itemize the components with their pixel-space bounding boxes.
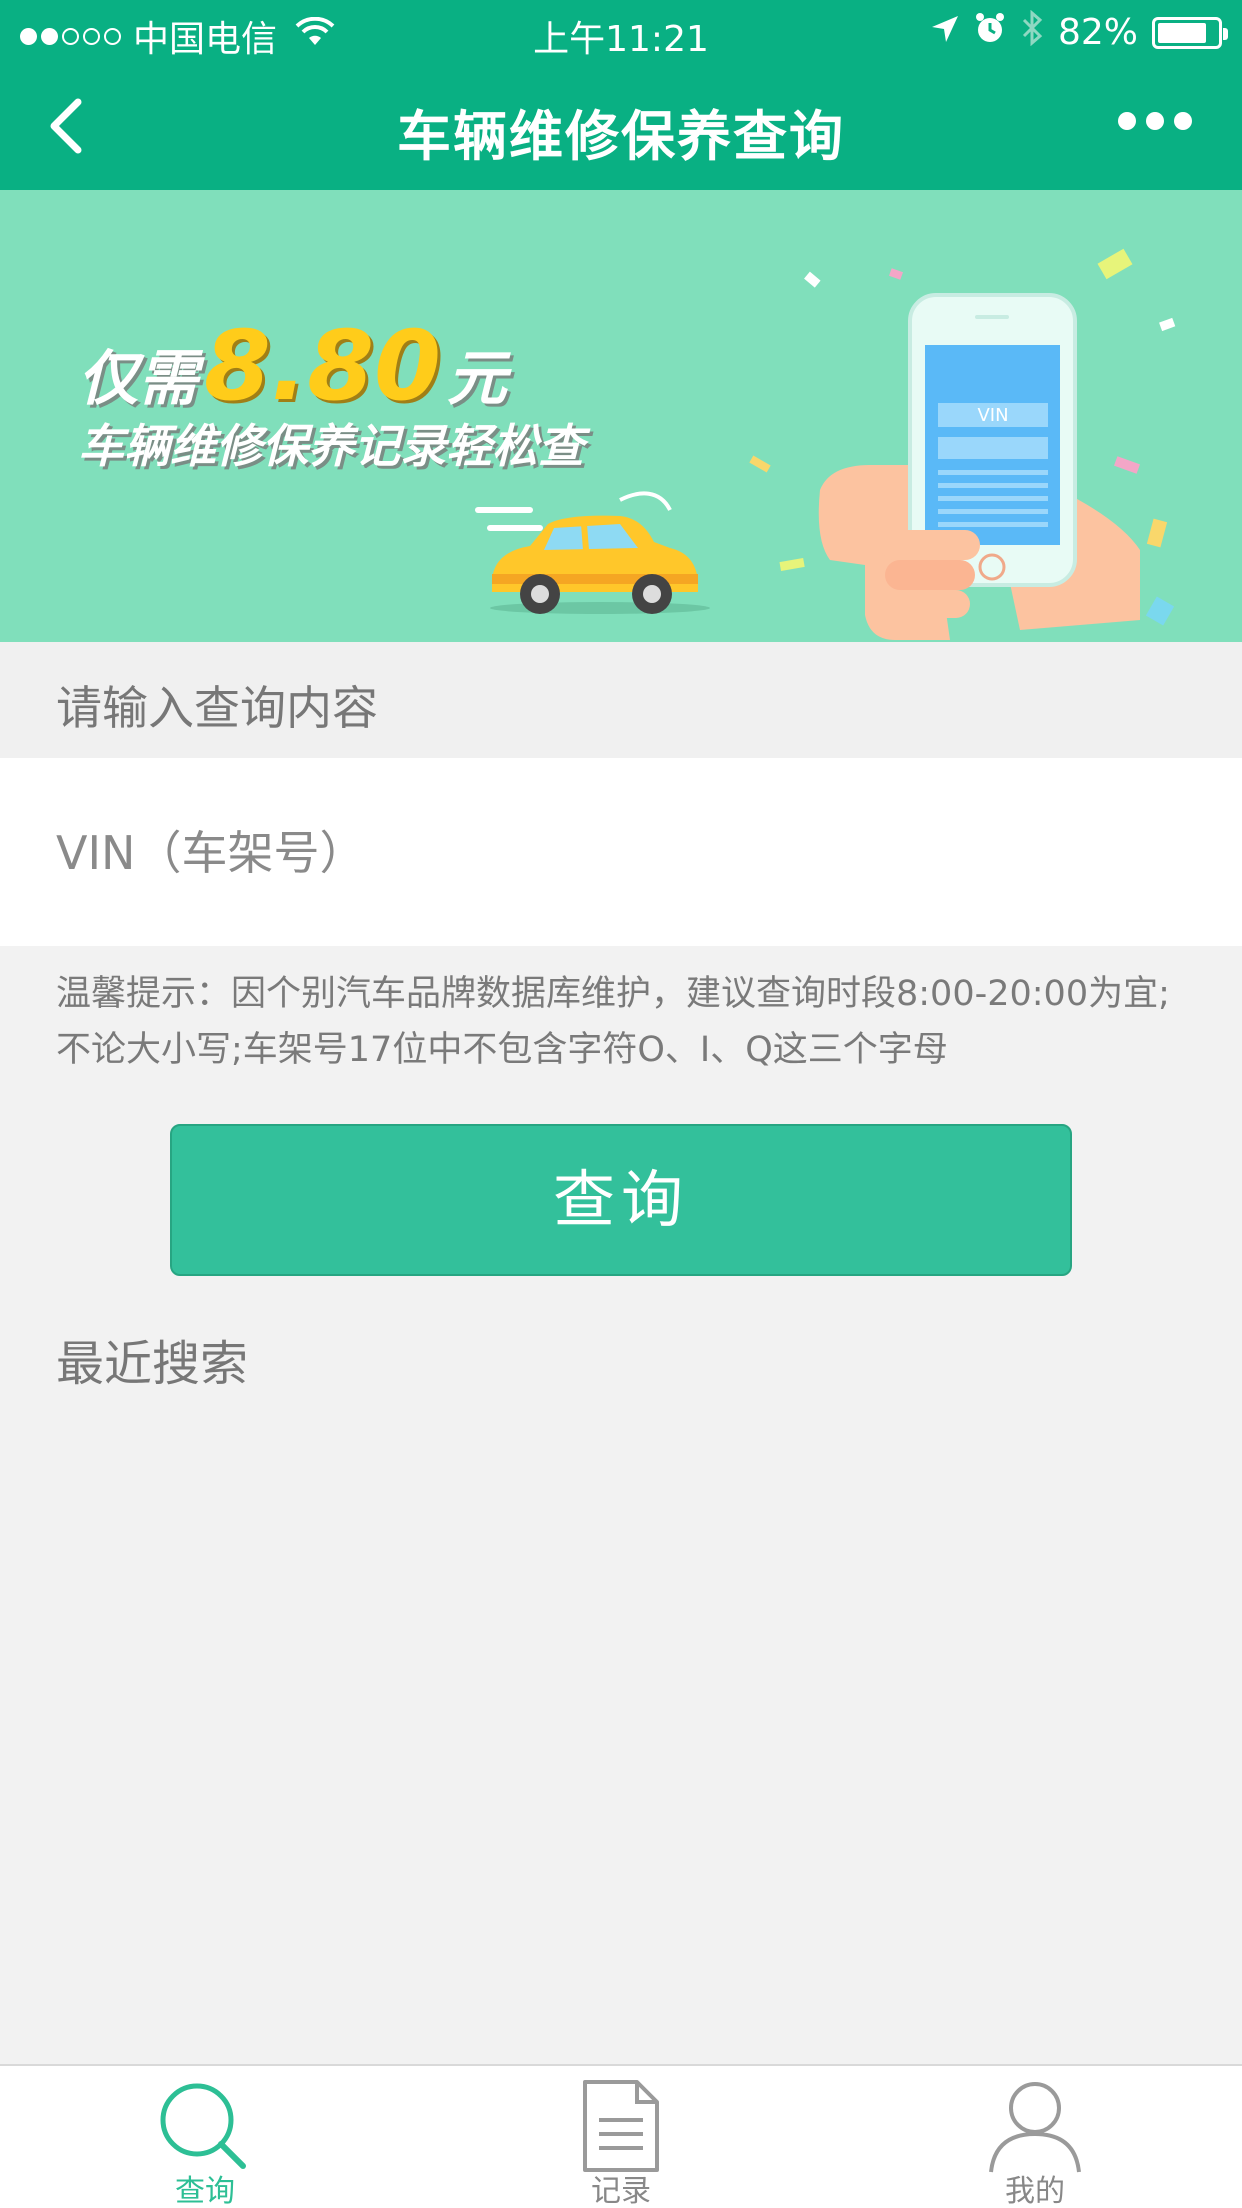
nav-bar: 车辆维修保养查询 (0, 62, 1242, 190)
bluetooth-icon (1020, 9, 1044, 55)
tab-mine[interactable]: 我的 (935, 2066, 1135, 2208)
user-icon (987, 2078, 1083, 2178)
tab-records-label: 记录 (591, 2174, 651, 2208)
location-arrow-icon (930, 12, 960, 53)
tab-records[interactable]: 记录 (521, 2066, 721, 2208)
hint-text: 温馨提示：因个别汽车品牌数据库维护，建议查询时段8:00-20:00为宜;不论大… (56, 974, 1170, 1070)
alarm-clock-icon (974, 12, 1006, 53)
query-button[interactable]: 查询 (170, 1124, 1072, 1276)
tab-query[interactable]: 查询 (105, 2066, 305, 2208)
battery-percent: 82% (1057, 12, 1138, 53)
tab-bar: 查询 记录 我的 (0, 2064, 1242, 2208)
battery-icon (1152, 16, 1228, 49)
phone-illustration: VIN (749, 248, 1176, 640)
status-bar: 中国电信 上午11:21 82% (0, 0, 1242, 62)
more-dots-icon[interactable] (1118, 112, 1192, 130)
page-title: 车辆维修保养查询 (397, 105, 845, 168)
car-illustration (475, 491, 710, 614)
document-icon (581, 2078, 661, 2178)
vin-input[interactable] (56, 798, 1186, 908)
tab-mine-label: 我的 (1005, 2174, 1065, 2208)
banner-price-line: 仅需8.80 元 (78, 310, 507, 422)
banner-phone-vin: VIN (977, 405, 1008, 426)
banner-price: 8.80 (204, 310, 441, 422)
tab-query-label: 查询 (175, 2174, 235, 2208)
vin-input-row (0, 758, 1242, 946)
query-label: 请输入查询内容 (56, 681, 378, 735)
promo-banner[interactable]: 仅需8.80 元 车辆维修保养记录轻松查 VIN (0, 190, 1242, 642)
recent-search-title: 最近搜索 (56, 1336, 249, 1392)
banner-subtitle: 车辆维修保养记录轻松查 (78, 419, 584, 473)
query-label-bar: 请输入查询内容 (0, 642, 1242, 758)
